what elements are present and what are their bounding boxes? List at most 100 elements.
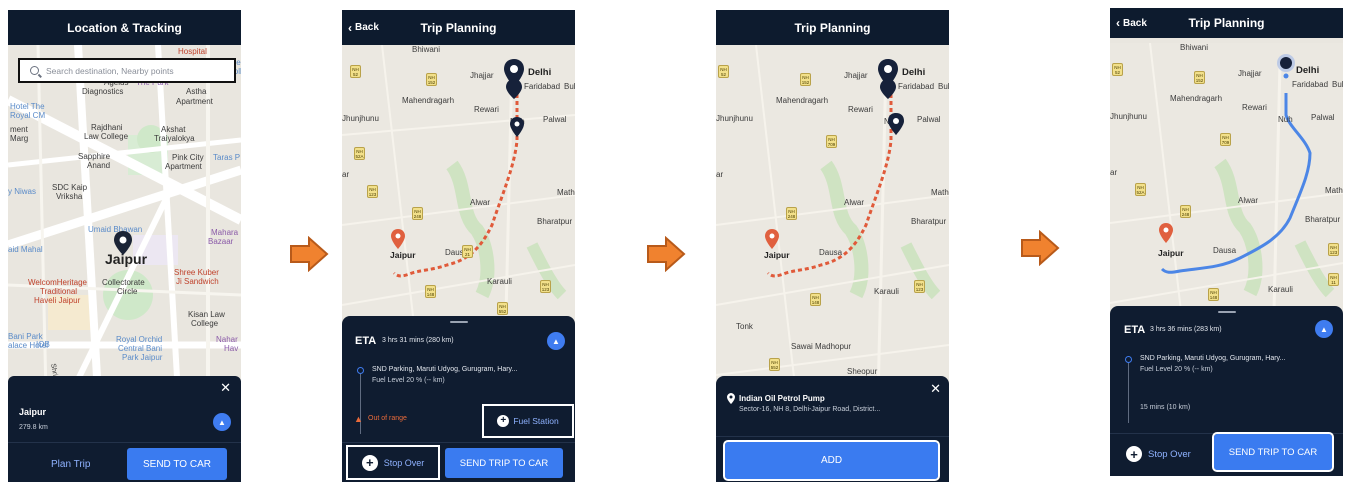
- back-button[interactable]: ‹ Back: [348, 10, 379, 45]
- app-header: Location & Tracking: [8, 10, 241, 45]
- chevron-left-icon: ‹: [1116, 16, 1120, 30]
- warning-icon: ▲: [354, 414, 363, 424]
- place-label: Rewari: [474, 105, 499, 114]
- place-label: Hotel The: [10, 102, 45, 111]
- stop-over-button[interactable]: + Stop Over: [346, 445, 440, 480]
- place-label: Haveli Jaipur: [34, 296, 81, 305]
- timeline-line: [1128, 363, 1129, 423]
- send-trip-to-car-button[interactable]: SEND TRIP TO CAR: [445, 448, 563, 478]
- stop-over-button[interactable]: + Stop Over: [1126, 441, 1191, 467]
- place-label: Ji Sandwich: [176, 277, 219, 286]
- highway-shield: NH 123: [1328, 243, 1339, 256]
- sheet-handle[interactable]: [449, 321, 468, 323]
- place-label: Apartment: [176, 97, 213, 106]
- eta-value: 3 hrs 31 mins (280 km): [382, 337, 454, 344]
- destination-card: ✕ Jaipur 279.8 km ▲ Plan Trip SEND TO CA…: [8, 376, 241, 482]
- page-title: Trip Planning: [794, 20, 871, 35]
- add-icon: +: [497, 415, 510, 427]
- fuel-station-button[interactable]: + Fuel Station: [482, 404, 574, 438]
- highway-shield: NH 52: [718, 65, 729, 78]
- poi-card: ✕ Indian Oil Petrol Pump Sector-16, NH 8…: [716, 376, 949, 482]
- place-label: Royal CM: [10, 111, 46, 120]
- place-label: ar: [1110, 168, 1118, 177]
- highway-shield: NH 21: [462, 245, 473, 258]
- highway-shield: NH 148: [425, 285, 436, 298]
- place-label: Diagnostics: [82, 87, 124, 96]
- send-to-car-button[interactable]: SEND TO CAR: [127, 448, 227, 480]
- place-label: Palwal: [543, 115, 567, 124]
- place-label: Jhajjar: [1238, 69, 1262, 78]
- place-label: Central Bani: [118, 344, 163, 353]
- highway-shield: NH 248: [786, 207, 797, 220]
- place-label: ar: [716, 170, 724, 179]
- origin-address: SND Parking, Maruti Udyog, Gurugram, Har…: [372, 366, 518, 373]
- place-label: WelcomHeritage: [28, 278, 87, 287]
- add-button[interactable]: ADD: [723, 440, 940, 481]
- location-pin-icon: [114, 231, 132, 255]
- highway-shield: NH 148: [810, 293, 821, 306]
- back-button[interactable]: ‹ Back: [1116, 8, 1147, 38]
- destination-pin-icon: [765, 229, 779, 249]
- screen-trip-planning-fuel: Bhiwani Jhajjar Delhi Faridabad Bul Mahe…: [342, 10, 575, 482]
- screen-trip-planning-add: Jhajjar Delhi Faridabad Bul Mahendragarh…: [716, 10, 949, 482]
- flow-arrow-icon: [647, 236, 686, 272]
- page-title: Location & Tracking: [67, 20, 182, 35]
- navigate-icon[interactable]: ▲: [213, 413, 231, 431]
- place-label: Marg: [10, 134, 29, 143]
- plan-trip-button[interactable]: Plan Trip: [51, 459, 90, 470]
- highway-shield: NH 52: [350, 65, 361, 78]
- fuel-pin-icon: [510, 117, 524, 137]
- place-label: Alwar: [1238, 196, 1259, 205]
- place-label: Bul: [564, 82, 575, 91]
- eta-value: 3 hrs 36 mins (283 km): [1150, 326, 1222, 333]
- sheet-handle[interactable]: [1217, 311, 1236, 313]
- place-label: Collectorate: [102, 278, 145, 287]
- navigate-icon[interactable]: ▲: [1315, 320, 1333, 338]
- place-label: Rajdhani: [91, 123, 123, 132]
- place-label: Jhunjhunu: [716, 114, 753, 123]
- close-icon[interactable]: ✕: [220, 380, 231, 396]
- place-label: Akshat: [161, 125, 186, 134]
- highway-shield: NH 152: [1194, 71, 1205, 84]
- place-label: Bharatpur: [1305, 215, 1341, 224]
- divider: [716, 436, 949, 437]
- place-label: Bhiwani: [412, 45, 441, 54]
- timeline-origin-dot: [357, 367, 364, 374]
- timeline-line: [360, 374, 361, 434]
- place-label: Faridabad: [898, 82, 935, 91]
- highway-shield: NH 152: [800, 73, 811, 86]
- add-icon: +: [1126, 446, 1142, 462]
- place-label: Mahara: [211, 228, 239, 237]
- place-label: Mahendragarh: [776, 96, 829, 105]
- search-placeholder: Search destination, Nearby points: [46, 65, 174, 76]
- place-label: Mahendragarh: [402, 96, 455, 105]
- place-label: Nahar: [216, 335, 238, 344]
- poi-address: Sector-16, NH 8, Delhi-Jaipur Road, Dist…: [739, 406, 881, 413]
- place-label: Karauli: [487, 277, 512, 286]
- send-trip-to-car-button[interactable]: SEND TRIP TO CAR: [1212, 432, 1334, 472]
- place-label: Pink City: [172, 153, 204, 162]
- place-label: ment: [10, 125, 28, 134]
- search-input[interactable]: Search destination, Nearby points: [18, 58, 236, 83]
- screen-trip-planning-updated: Bhiwani Jhajjar Delhi Faridabad Bul Mahe…: [1110, 8, 1343, 476]
- place-label: Shree Kuber: [174, 268, 219, 277]
- place-label: Circle: [117, 287, 138, 296]
- origin-pin-icon: [1277, 54, 1295, 79]
- place-label: Bharatpur: [911, 217, 947, 226]
- stop-over-label: Stop Over: [1148, 448, 1191, 460]
- highway-shield: NH 11: [1328, 273, 1339, 286]
- navigate-icon[interactable]: ▲: [547, 332, 565, 350]
- stop-over-label: Stop Over: [383, 457, 425, 468]
- place-label: Jhajjar: [470, 71, 494, 80]
- fuel-pin-icon: [878, 59, 898, 99]
- back-label: Back: [355, 22, 379, 33]
- flow-arrow-icon: [1021, 230, 1060, 266]
- highway-shield: NH 123: [914, 280, 925, 293]
- trip-sheet: ETA 3 hrs 36 mins (283 km) ▲ SND Parking…: [1110, 306, 1343, 476]
- place-label: Traditional: [40, 287, 78, 296]
- screen-location-tracking: Hotel The Royal CM ment Marg Rajdhani La…: [8, 10, 241, 482]
- place-label: Mahendragarh: [1170, 94, 1223, 103]
- close-icon[interactable]: ✕: [930, 381, 941, 397]
- place-label: Sawai Madhopur: [791, 342, 852, 351]
- divider: [8, 442, 241, 443]
